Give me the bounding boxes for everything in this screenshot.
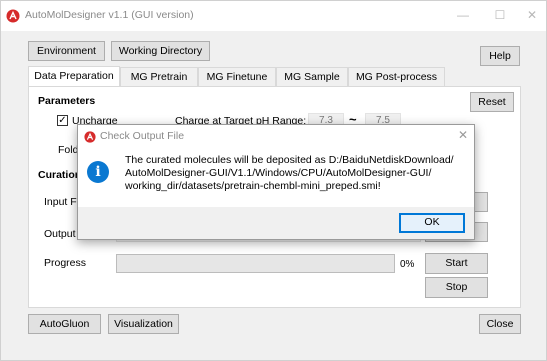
close-button[interactable]: Close <box>479 314 521 334</box>
start-button[interactable]: Start <box>425 253 488 274</box>
curation-heading: Curation <box>38 169 82 181</box>
tab-mg-sample[interactable]: MG Sample <box>276 67 348 87</box>
dialog-message-line: The curated molecules will be deposited … <box>125 154 454 166</box>
reset-button[interactable]: Reset <box>470 92 514 112</box>
close-window-icon[interactable]: ✕ <box>525 8 539 22</box>
app-logo-icon <box>84 131 96 143</box>
progress-label: Progress <box>44 257 87 269</box>
tab-mg-post-process[interactable]: MG Post-process <box>348 67 445 87</box>
dialog-footer: OK <box>78 207 474 239</box>
dialog-message-line: working_dir/datasets/pretrain-chembl-min… <box>125 180 381 192</box>
dialog-message-line: AutoMolDesigner-GUI/V1.1/Windows/CPU/Aut… <box>125 167 432 179</box>
help-button[interactable]: Help <box>480 46 520 66</box>
window-title: AutoMolDesigner v1.1 (GUI version) <box>25 9 194 21</box>
tab-mg-pretrain[interactable]: MG Pretrain <box>120 67 198 87</box>
progress-bar <box>116 254 395 273</box>
input-file-label: Input F <box>44 196 77 208</box>
progress-percent: 0% <box>400 259 415 270</box>
title-bar: AutoMolDesigner v1.1 (GUI version) — ☐ ✕ <box>1 1 546 31</box>
app-logo-icon <box>6 9 20 23</box>
stop-button[interactable]: Stop <box>425 277 488 298</box>
parameters-heading: Parameters <box>38 95 96 107</box>
environment-button[interactable]: Environment <box>28 41 105 61</box>
ok-button[interactable]: OK <box>399 213 465 233</box>
fold-label: Fold <box>58 144 79 156</box>
visualization-button[interactable]: Visualization <box>108 314 179 334</box>
main-window: AutoMolDesigner v1.1 (GUI version) — ☐ ✕… <box>0 0 547 361</box>
tab-data-preparation[interactable]: Data Preparation <box>28 66 120 88</box>
info-icon: i <box>87 161 109 183</box>
check-output-dialog: Check Output File ✕ i The curated molecu… <box>77 124 475 240</box>
dialog-message: The curated molecules will be deposited … <box>125 154 465 193</box>
output-file-label: Output <box>44 228 76 240</box>
dialog-title: Check Output File <box>100 130 185 142</box>
dialog-close-icon[interactable]: ✕ <box>458 128 468 142</box>
maximize-icon[interactable]: ☐ <box>493 8 507 22</box>
minimize-icon[interactable]: — <box>456 8 470 22</box>
working-directory-button[interactable]: Working Directory <box>111 41 210 61</box>
uncharge-checkbox[interactable]: ✓ <box>57 115 68 126</box>
tab-mg-finetune[interactable]: MG Finetune <box>198 67 276 87</box>
autogluon-button[interactable]: AutoGluon <box>28 314 101 334</box>
